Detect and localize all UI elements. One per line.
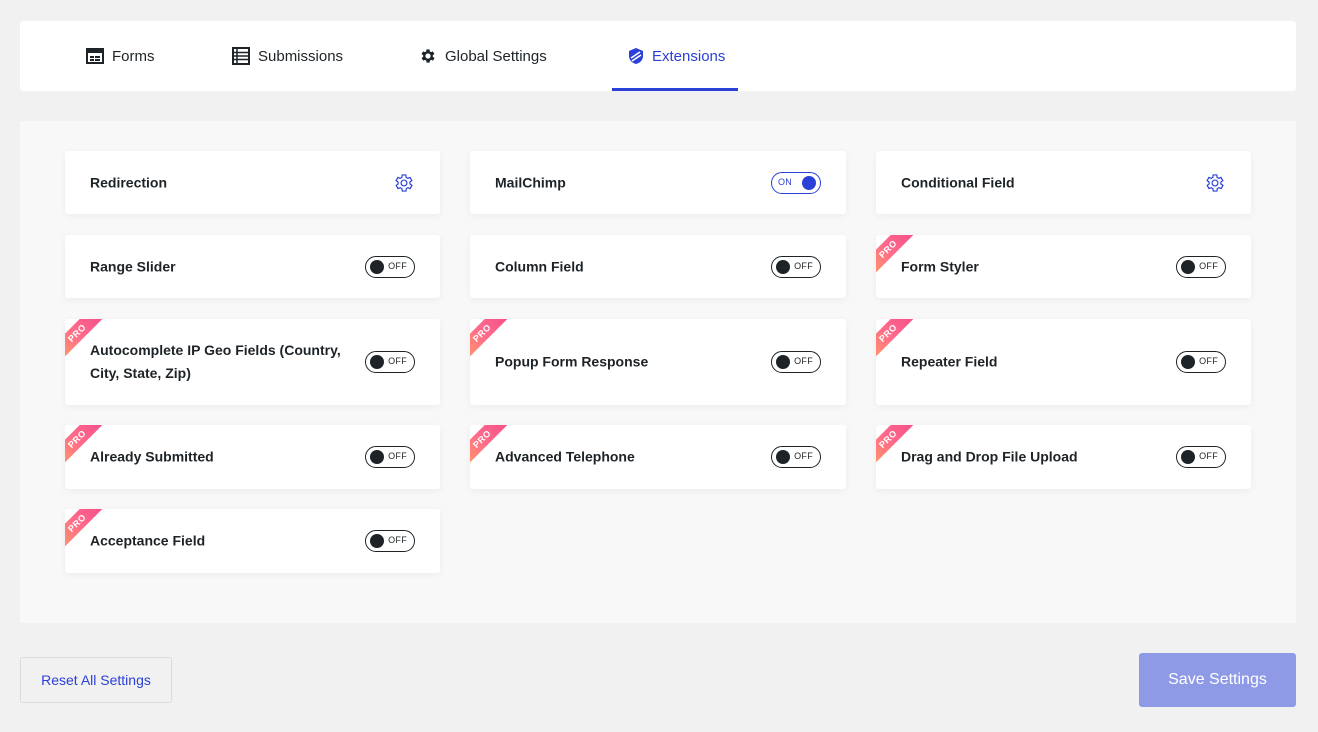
extension-card-column-field: Column Field OFF (470, 235, 846, 298)
tab-extensions-label: Extensions (652, 47, 726, 65)
extension-toggle[interactable]: OFF (365, 446, 415, 468)
toggle-knob (370, 450, 384, 464)
extension-card-advanced-telephone: PRO Advanced Telephone OFF (470, 425, 846, 489)
settings-button[interactable] (1204, 172, 1226, 194)
extension-toggle[interactable]: OFF (771, 446, 821, 468)
toggle-knob (1181, 355, 1195, 369)
extension-toggle[interactable]: OFF (771, 255, 821, 278)
extension-label: Popup Form Response (495, 353, 649, 370)
extension-label: Autocomplete IP Geo Fields (Country, Cit… (90, 342, 341, 381)
extension-toggle[interactable]: OFF (365, 530, 415, 552)
extension-label: Range Slider (90, 258, 176, 274)
extension-card-range-slider: Range Slider OFF (65, 235, 440, 298)
toggle-state: OFF (1199, 356, 1218, 366)
toggle-state: OFF (794, 356, 813, 366)
tab-global-settings-label: Global Settings (445, 47, 547, 65)
extension-toggle[interactable]: OFF (1176, 351, 1226, 373)
extension-label: Already Submitted (90, 448, 214, 465)
extension-card-already-submitted: PRO Already Submitted OFF (65, 425, 440, 489)
extension-toggle[interactable]: OFF (771, 351, 821, 373)
tab-forms-label: Forms (112, 47, 155, 65)
gear-icon (419, 47, 437, 65)
toggle-state: OFF (388, 451, 407, 461)
toggle-knob (802, 175, 816, 190)
tab-extensions[interactable]: Extensions (612, 21, 738, 91)
toggle-state: OFF (794, 451, 813, 461)
extension-card-conditional-field: Conditional Field (876, 151, 1251, 214)
reset-all-settings-button[interactable]: Reset All Settings (20, 657, 172, 703)
toggle-knob (776, 259, 790, 274)
extension-label: Conditional Field (901, 174, 1015, 190)
settings-button[interactable] (393, 172, 415, 194)
toggle-knob (776, 355, 790, 369)
extension-card-mailchimp: MailChimp ON (470, 151, 846, 214)
extension-card-form-styler: PRO Form Styler OFF (876, 235, 1251, 298)
toggle-knob (1181, 259, 1195, 274)
extension-toggle[interactable]: OFF (365, 351, 415, 373)
extensions-panel: Redirection MailChimp ON Conditional Fie… (20, 121, 1296, 623)
toggle-knob (1181, 450, 1195, 464)
extension-label: Advanced Telephone (495, 448, 635, 465)
gear-icon (395, 173, 413, 192)
tab-forms[interactable]: Forms (70, 21, 171, 91)
extension-label: Acceptance Field (90, 532, 206, 549)
extension-card-redirection: Redirection (65, 151, 440, 214)
shield-icon (628, 47, 644, 65)
form-icon (86, 47, 104, 65)
toggle-state: OFF (388, 535, 407, 545)
extension-label: Drag and Drop File Upload (901, 448, 1078, 465)
extension-toggle[interactable]: OFF (1176, 255, 1226, 278)
extension-label: Form Styler (901, 258, 979, 274)
toggle-state: ON (778, 176, 793, 187)
extension-card-drag-and-drop-file-upload: PRO Drag and Drop File Upload OFF (876, 425, 1251, 489)
extension-label: Repeater Field (901, 353, 998, 370)
extension-card-popup-form-response: PRO Popup Form Response OFF (470, 319, 846, 405)
tab-submissions-label: Submissions (258, 47, 344, 65)
list-icon (232, 47, 250, 65)
toggle-knob (370, 355, 384, 369)
tab-bar: Forms Submissions Global Settings Extens… (20, 21, 1296, 91)
extension-label: Redirection (90, 174, 168, 190)
extension-card-autocomplete-ip-geo: PRO Autocomplete IP Geo Fields (Country,… (65, 319, 440, 405)
toggle-knob (776, 450, 790, 464)
extension-toggle[interactable]: OFF (365, 255, 415, 278)
toggle-state: OFF (388, 356, 407, 366)
gear-icon (1206, 173, 1224, 192)
tab-global-settings[interactable]: Global Settings (403, 21, 563, 91)
toggle-state: OFF (1199, 451, 1218, 461)
extension-toggle[interactable]: OFF (1176, 446, 1226, 468)
extension-card-repeater-field: PRO Repeater Field OFF (876, 319, 1251, 405)
toggle-knob (370, 259, 384, 274)
save-settings-button[interactable]: Save Settings (1139, 653, 1296, 707)
tab-submissions[interactable]: Submissions (216, 21, 359, 91)
extension-label: Column Field (495, 258, 584, 274)
extension-card-acceptance-field: PRO Acceptance Field OFF (65, 509, 440, 573)
extension-label: MailChimp (495, 174, 566, 190)
toggle-state: OFF (1199, 260, 1218, 271)
toggle-knob (370, 534, 384, 548)
toggle-state: OFF (388, 260, 407, 271)
toggle-state: OFF (794, 260, 813, 271)
extension-toggle[interactable]: ON (771, 171, 821, 194)
